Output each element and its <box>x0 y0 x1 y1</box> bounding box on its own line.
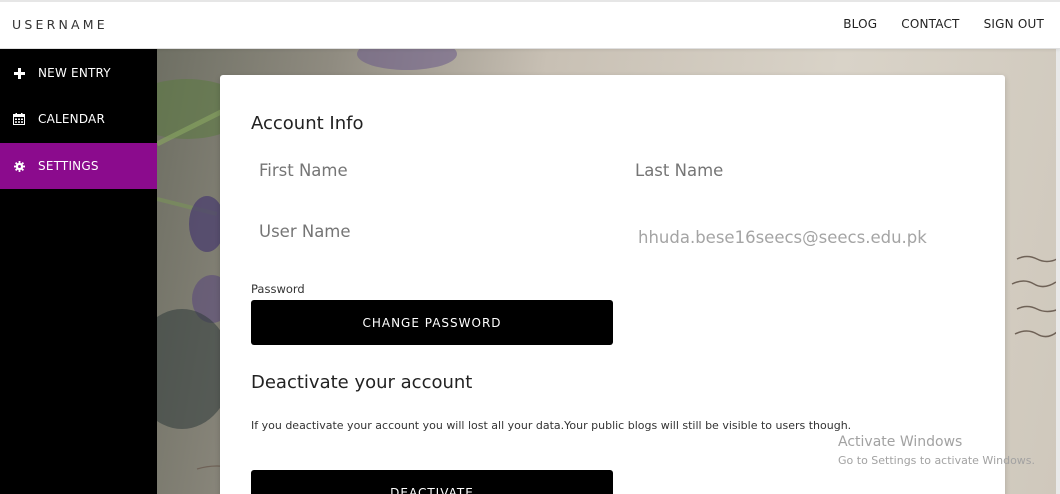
blog-link[interactable]: BLOG <box>843 17 877 31</box>
plus-icon <box>0 67 38 79</box>
sidebar-item-new-entry[interactable]: NEW ENTRY <box>0 50 157 96</box>
deactivate-warning-text: If you deactivate your account you will … <box>251 419 852 432</box>
last-name-input[interactable] <box>635 161 965 180</box>
account-info-heading: Account Info <box>251 113 364 134</box>
first-name-input[interactable] <box>259 161 589 180</box>
top-navbar: USERNAME BLOG CONTACT SIGN OUT <box>0 0 1060 49</box>
calendar-icon <box>0 113 38 125</box>
deactivate-heading: Deactivate your account <box>251 372 473 393</box>
sidebar-item-calendar[interactable]: CALENDAR <box>0 96 157 142</box>
windows-activation-watermark: Activate Windows Go to Settings to activ… <box>838 434 1035 467</box>
sidebar-item-label: NEW ENTRY <box>38 66 111 80</box>
brand-username[interactable]: USERNAME <box>12 17 108 32</box>
sidebar-item-label: SETTINGS <box>38 159 99 173</box>
sidebar-item-label: CALENDAR <box>38 112 106 126</box>
user-name-input[interactable] <box>259 222 589 241</box>
sidebar: NEW ENTRY CALENDAR SETTINGS <box>0 49 157 494</box>
sign-out-link[interactable]: SIGN OUT <box>984 17 1044 31</box>
scrollbar[interactable] <box>1056 49 1060 494</box>
watermark-subtitle: Go to Settings to activate Windows. <box>838 454 1036 467</box>
top-nav-links: BLOG CONTACT SIGN OUT <box>843 17 1044 31</box>
contact-link[interactable]: CONTACT <box>901 17 959 31</box>
watermark-title: Activate Windows <box>838 434 963 450</box>
gear-icon <box>0 160 38 172</box>
deactivate-button[interactable]: DEACTIVATE <box>251 470 613 494</box>
password-label: Password <box>251 282 305 296</box>
email-value: hhuda.bese16seecs@seecs.edu.pk <box>638 228 927 247</box>
sidebar-item-settings[interactable]: SETTINGS <box>0 143 157 189</box>
account-settings-card: Account Info hhuda.bese16seecs@seecs.edu… <box>220 75 1005 494</box>
change-password-button[interactable]: CHANGE PASSWORD <box>251 300 613 345</box>
